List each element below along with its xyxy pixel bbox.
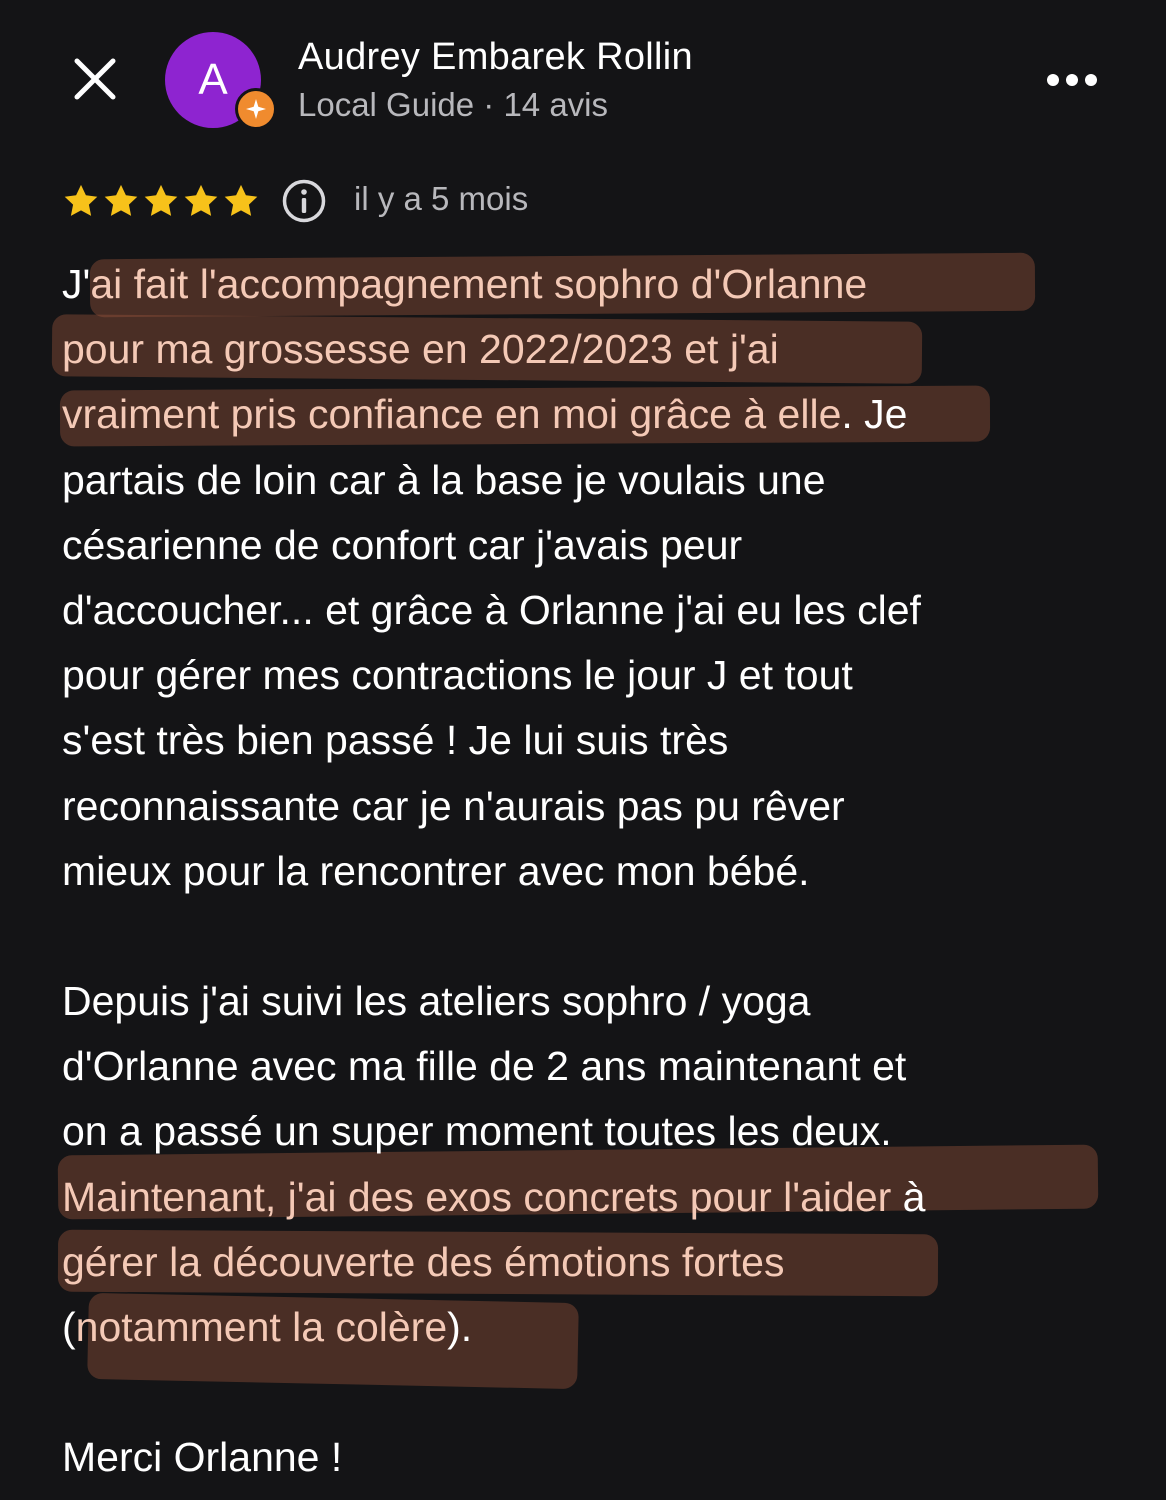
review-line: pour ma grossesse en 2022/2023 et j'ai bbox=[62, 317, 1122, 382]
review-text-segment: reconnaissante car je n'aurais pas pu rê… bbox=[62, 782, 845, 829]
review-text-segment: à bbox=[891, 1173, 926, 1220]
review-text-segment: . Je bbox=[841, 391, 908, 438]
review-line: reconnaissante car je n'aurais pas pu rê… bbox=[62, 774, 1122, 839]
review-text-segment: mieux pour la rencontrer avec mon bébé. bbox=[62, 847, 810, 894]
review-line: pour gérer mes contractions le jour J et… bbox=[62, 643, 1122, 708]
local-guide-star-icon bbox=[246, 99, 266, 119]
review-line: mieux pour la rencontrer avec mon bébé. bbox=[62, 839, 1122, 904]
info-icon[interactable] bbox=[281, 178, 327, 224]
star-icon bbox=[224, 184, 258, 216]
review-detail-page: A Audrey Embarek Rollin Local Guide · 14… bbox=[0, 0, 1166, 1500]
review-line: on a passé un super moment toutes les de… bbox=[62, 1099, 1122, 1164]
highlighted-text: vraiment pris confiance en moi grâce à e… bbox=[62, 391, 842, 438]
review-text-segment: ( bbox=[62, 1304, 76, 1350]
review-line: césarienne de confort car j'avais peur bbox=[62, 513, 1122, 578]
review-time: il y a 5 mois bbox=[354, 180, 529, 217]
author-name[interactable]: Audrey Embarek Rollin bbox=[298, 36, 693, 79]
more-options-button[interactable] bbox=[1040, 60, 1104, 100]
review-text-segment: Depuis j'ai suivi les ateliers sophro / … bbox=[62, 978, 811, 1025]
local-guide-badge bbox=[235, 88, 277, 130]
review-line: partais de loin car à la base je voulais… bbox=[62, 448, 1122, 513]
more-options-icon bbox=[1047, 74, 1097, 86]
close-button[interactable] bbox=[62, 46, 128, 112]
star-icon bbox=[64, 184, 98, 216]
author-meta: Local Guide · 14 avis bbox=[298, 86, 609, 123]
highlighted-text: gérer la découverte des émotions fortes bbox=[62, 1238, 785, 1285]
review-line: Merci Orlanne ! bbox=[62, 1425, 1122, 1490]
review-line: d'Orlanne avec ma fille de 2 ans mainten… bbox=[62, 1034, 1122, 1099]
highlighted-text: pour ma grossesse en 2022/2023 et j'ai bbox=[62, 326, 779, 373]
paragraph-break bbox=[62, 904, 1122, 969]
review-text-segment: pour gérer mes contractions le jour J et… bbox=[62, 652, 853, 699]
paragraph-break bbox=[62, 1360, 1122, 1425]
star-rating bbox=[62, 182, 260, 220]
review-line: (notamment la colère). bbox=[62, 1295, 1122, 1360]
review-line: Maintenant, j'ai des exos concrets pour … bbox=[62, 1165, 1122, 1230]
review-text-segment: d'accoucher... et grâce à Orlanne j'ai e… bbox=[62, 586, 921, 633]
star-icon bbox=[104, 184, 138, 216]
review-text-segment: on a passé un super moment toutes les de… bbox=[62, 1108, 892, 1155]
close-icon bbox=[74, 58, 116, 100]
review-text-segment: partais de loin car à la base je voulais… bbox=[62, 456, 826, 503]
review-text-segment: d'Orlanne avec ma fille de 2 ans mainten… bbox=[62, 1043, 907, 1090]
star-icon bbox=[184, 184, 218, 216]
avatar-container[interactable]: A bbox=[165, 32, 277, 130]
review-text-segment: ). bbox=[447, 1304, 473, 1350]
star-icon bbox=[144, 184, 178, 216]
review-line: d'accoucher... et grâce à Orlanne j'ai e… bbox=[62, 578, 1122, 643]
review-text-segment: césarienne de confort car j'avais peur bbox=[62, 521, 743, 568]
review-line: gérer la découverte des émotions fortes bbox=[62, 1230, 1122, 1295]
review-line: vraiment pris confiance en moi grâce à e… bbox=[62, 382, 1122, 447]
review-line: Depuis j'ai suivi les ateliers sophro / … bbox=[62, 969, 1122, 1034]
review-line: s'est très bien passé ! Je lui suis très bbox=[62, 708, 1122, 773]
highlighted-text: Maintenant, j'ai des exos concrets pour … bbox=[62, 1173, 892, 1220]
review-text-segment: s'est très bien passé ! Je lui suis très bbox=[62, 717, 729, 764]
review-line: J'ai fait l'accompagnement sophro d'Orla… bbox=[62, 252, 1122, 317]
review-text-segment: J' bbox=[62, 261, 91, 307]
review-text-segment: Merci Orlanne ! bbox=[62, 1434, 343, 1481]
highlighted-text: notamment la colère bbox=[75, 1304, 448, 1350]
highlighted-text: ai fait l'accompagnement sophro d'Orlann… bbox=[90, 261, 868, 307]
review-text: J'ai fait l'accompagnement sophro d'Orla… bbox=[62, 252, 1122, 1491]
